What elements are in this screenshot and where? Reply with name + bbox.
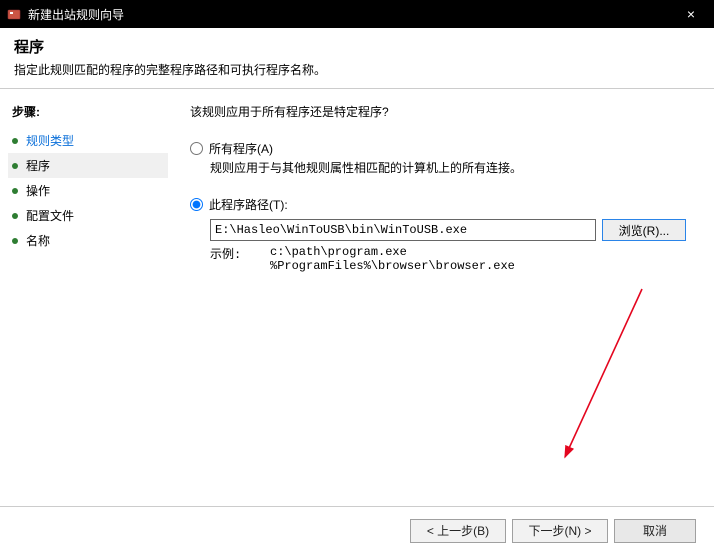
titlebar: 新建出站规则向导 × bbox=[0, 0, 714, 28]
step-label: 名称 bbox=[26, 232, 50, 249]
example-block: 示例: c:\path\program.exe %ProgramFiles%\b… bbox=[210, 245, 686, 273]
steps-sidebar: 步骤: 规则类型 程序 操作 配置文件 名称 bbox=[0, 89, 180, 506]
radio-all-programs-label: 所有程序(A) bbox=[209, 140, 273, 157]
step-profile[interactable]: 配置文件 bbox=[12, 203, 168, 228]
close-button[interactable]: × bbox=[668, 0, 714, 28]
bullet-icon bbox=[12, 138, 18, 144]
bullet-icon bbox=[12, 163, 18, 169]
close-icon: × bbox=[687, 6, 695, 22]
step-label: 操作 bbox=[26, 182, 50, 199]
option-all-programs: 所有程序(A) 规则应用于与其他规则属性相匹配的计算机上的所有连接。 bbox=[190, 140, 686, 176]
page-subtitle: 指定此规则匹配的程序的完整程序路径和可执行程序名称。 bbox=[14, 61, 700, 78]
bullet-icon bbox=[12, 238, 18, 244]
program-path-input[interactable] bbox=[210, 219, 596, 241]
browse-button[interactable]: 浏览(R)... bbox=[602, 219, 686, 241]
wizard-header: 程序 指定此规则匹配的程序的完整程序路径和可执行程序名称。 bbox=[0, 28, 714, 89]
step-label: 配置文件 bbox=[26, 207, 74, 224]
bullet-icon bbox=[12, 188, 18, 194]
wizard-body: 步骤: 规则类型 程序 操作 配置文件 名称 该规则应用于所有程序还是特定程序?… bbox=[0, 89, 714, 506]
wizard-footer: < 上一步(B) 下一步(N) > 取消 bbox=[0, 506, 714, 554]
question-text: 该规则应用于所有程序还是特定程序? bbox=[190, 103, 686, 120]
step-name[interactable]: 名称 bbox=[12, 228, 168, 253]
step-rule-type[interactable]: 规则类型 bbox=[12, 128, 168, 153]
radio-this-program-label: 此程序路径(T): bbox=[209, 196, 288, 213]
step-label[interactable]: 规则类型 bbox=[26, 132, 74, 149]
steps-label: 步骤: bbox=[12, 103, 168, 120]
page-title: 程序 bbox=[14, 36, 700, 57]
wizard-content: 该规则应用于所有程序还是特定程序? 所有程序(A) 规则应用于与其他规则属性相匹… bbox=[180, 89, 714, 506]
radio-this-program[interactable] bbox=[190, 198, 203, 211]
option-this-program: 此程序路径(T): 浏览(R)... 示例: c:\path\program.e… bbox=[190, 196, 686, 273]
window-title: 新建出站规则向导 bbox=[28, 6, 124, 23]
step-action[interactable]: 操作 bbox=[12, 178, 168, 203]
example-paths: c:\path\program.exe %ProgramFiles%\brows… bbox=[270, 245, 515, 273]
all-programs-desc: 规则应用于与其他规则属性相匹配的计算机上的所有连接。 bbox=[210, 159, 686, 176]
app-icon bbox=[6, 6, 22, 22]
bullet-icon bbox=[12, 213, 18, 219]
radio-all-programs[interactable] bbox=[190, 142, 203, 155]
step-program[interactable]: 程序 bbox=[8, 153, 168, 178]
example-label: 示例: bbox=[210, 245, 270, 273]
step-label: 程序 bbox=[26, 157, 50, 174]
